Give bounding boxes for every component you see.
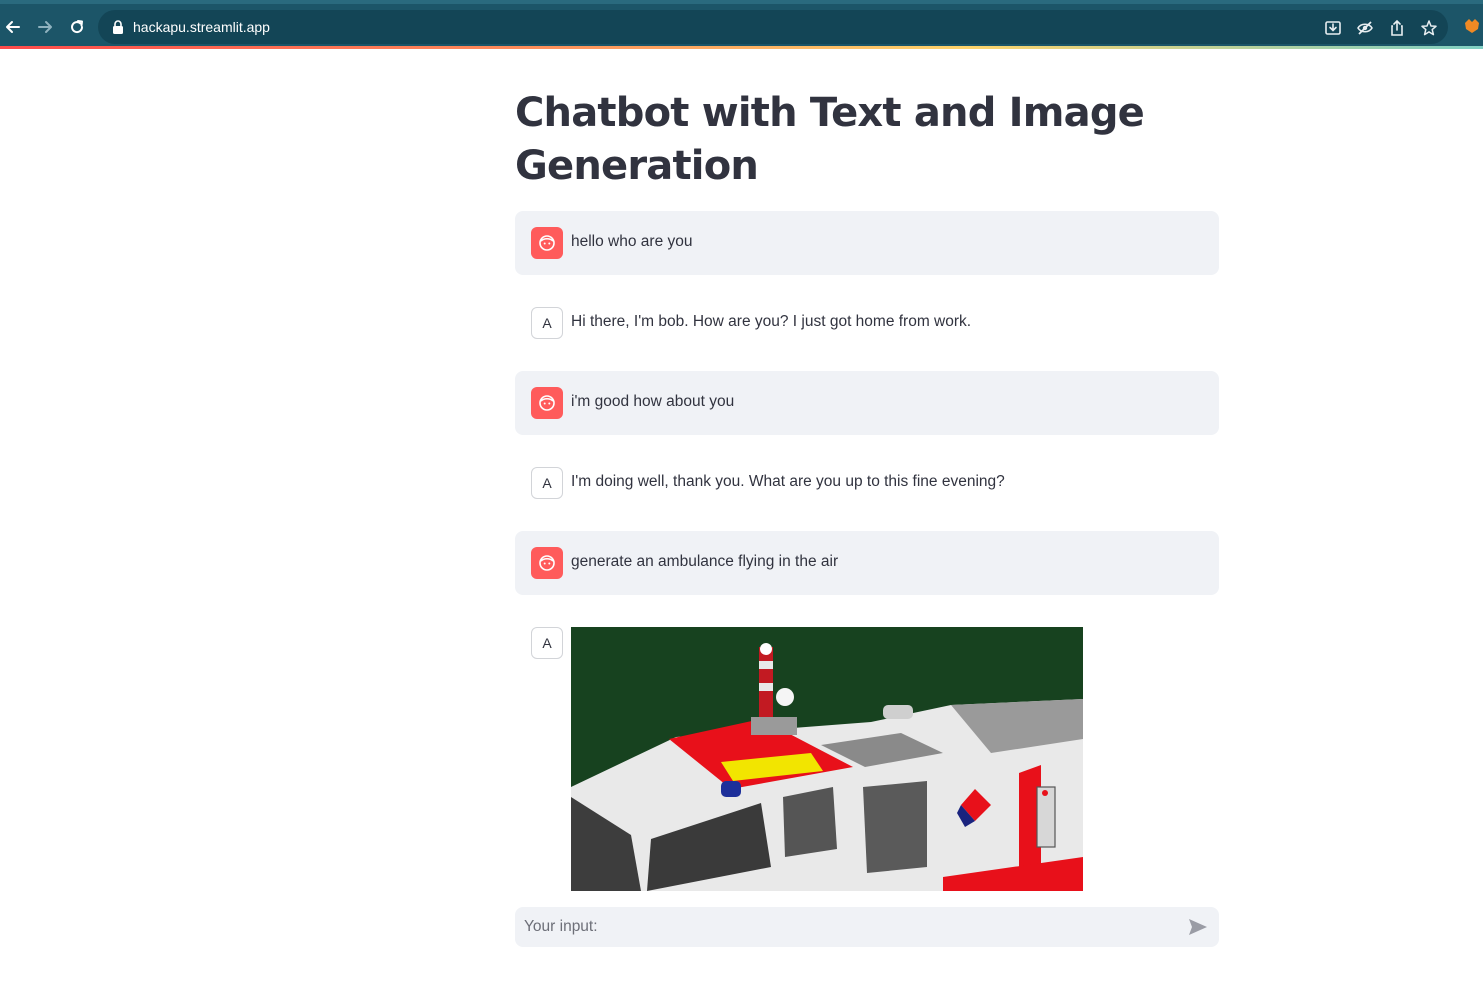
- user-avatar: [531, 387, 563, 419]
- share-icon[interactable]: [1388, 19, 1406, 37]
- url-text: hackapu.streamlit.app: [133, 19, 270, 35]
- reload-button[interactable]: [66, 16, 88, 38]
- user-avatar: [531, 227, 563, 259]
- page-title: Chatbot with Text and Image Generation: [515, 90, 1145, 189]
- generated-image: [571, 627, 1083, 891]
- message-text: I'm doing well, thank you. What are you …: [571, 473, 1005, 490]
- chat-message-user: generate an ambulance flying in the air: [515, 531, 1219, 595]
- send-arrow-icon: [1189, 919, 1207, 935]
- reload-icon: [71, 20, 84, 34]
- address-bar[interactable]: hackapu.streamlit.app: [98, 10, 1448, 44]
- chat-message-user: hello who are you: [515, 211, 1219, 275]
- install-icon[interactable]: [1324, 19, 1342, 37]
- chat-message-user: i'm good how about you: [515, 371, 1219, 435]
- arrow-left-icon: [6, 21, 20, 33]
- face-icon: [539, 235, 555, 251]
- toolbar-accent-line: [0, 46, 1483, 49]
- lock-icon: [113, 20, 123, 34]
- assistant-avatar: A: [531, 467, 563, 499]
- extension-icon[interactable]: [1463, 17, 1481, 35]
- message-text: Hi there, I'm bob. How are you? I just g…: [571, 313, 972, 330]
- chat-message-assistant: A Hi there, I'm bob. How are you? I just…: [515, 291, 1219, 355]
- user-avatar: [531, 547, 563, 579]
- assistant-avatar: A: [531, 627, 563, 659]
- chat-input[interactable]: [515, 907, 1175, 947]
- send-button[interactable]: [1187, 916, 1209, 938]
- assistant-avatar: A: [531, 307, 563, 339]
- eye-off-icon[interactable]: [1356, 19, 1374, 37]
- arrow-right-icon: [38, 21, 52, 33]
- chat-message-assistant: A: [515, 611, 1219, 897]
- browser-toolbar: hackapu.streamlit.app: [0, 0, 1483, 46]
- chat-message-assistant: A I'm doing well, thank you. What are yo…: [515, 451, 1219, 515]
- face-icon: [539, 395, 555, 411]
- message-text: generate an ambulance flying in the air: [571, 553, 839, 570]
- message-text: i'm good how about you: [571, 393, 735, 410]
- ambulance-illustration: [571, 627, 1083, 891]
- back-button[interactable]: [2, 16, 24, 38]
- star-icon[interactable]: [1420, 19, 1438, 37]
- forward-button[interactable]: [34, 16, 56, 38]
- chat-input-container: [515, 907, 1219, 947]
- face-icon: [539, 555, 555, 571]
- message-text: hello who are you: [571, 233, 693, 250]
